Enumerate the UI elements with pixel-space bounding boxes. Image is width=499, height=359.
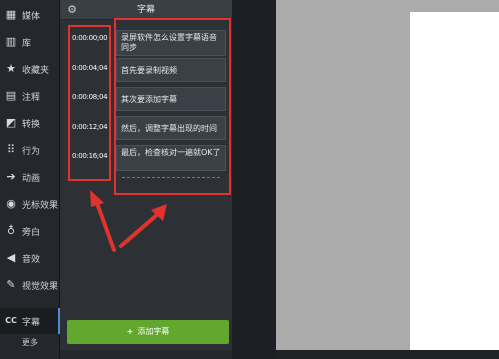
arrowhead-timestamps (90, 190, 104, 207)
arrow-to-captions (119, 212, 160, 248)
panel-divider[interactable] (232, 0, 276, 359)
video-frame[interactable] (410, 12, 499, 350)
canvas-footer (276, 350, 499, 359)
arrow-to-timestamps (95, 201, 116, 252)
